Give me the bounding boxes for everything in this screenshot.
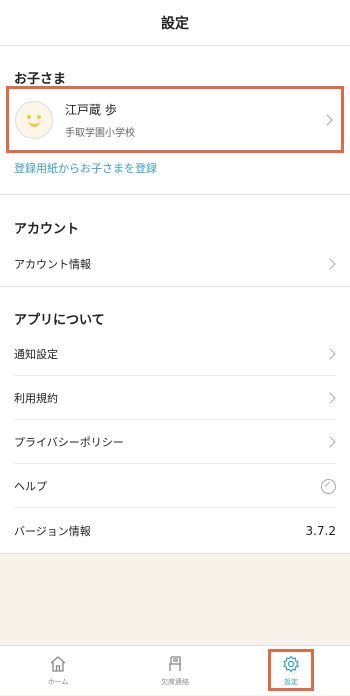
chevron-right-icon bbox=[324, 348, 336, 360]
account-section-title: アカウント bbox=[14, 222, 80, 237]
privacy-policy-label: プライバシーポリシー bbox=[14, 436, 124, 449]
settings-screen: 設定 お子さま 江戸蔵 歩 手取学園小学校 登録用紙からお子さまを登録 アカウン… bbox=[0, 0, 350, 695]
avatar bbox=[15, 100, 53, 139]
tab-home-label: ホーム bbox=[47, 678, 69, 686]
notification-settings-label: 通知設定 bbox=[14, 348, 58, 361]
row-divider bbox=[14, 507, 336, 508]
content-bottom-divider bbox=[0, 553, 350, 554]
child-school: 手取学園小学校 bbox=[65, 127, 135, 139]
chevron-right-icon bbox=[324, 258, 336, 270]
tab-absence-label: 欠席連絡 bbox=[161, 678, 189, 686]
account-info-row[interactable]: アカウント情報 bbox=[0, 242, 350, 286]
child-item-highlight: 江戸蔵 歩 手取学園小学校 bbox=[6, 86, 344, 153]
section-divider bbox=[0, 286, 350, 287]
tab-absence[interactable]: 欠席連絡 bbox=[145, 646, 205, 696]
compass-icon bbox=[321, 478, 336, 494]
help-label: ヘルプ bbox=[14, 480, 47, 493]
help-row[interactable]: ヘルプ bbox=[0, 464, 350, 508]
child-name: 江戸蔵 歩 bbox=[65, 102, 117, 117]
version-info-label: バージョン情報 bbox=[14, 525, 91, 538]
chevron-right-icon bbox=[321, 113, 333, 126]
privacy-policy-row[interactable]: プライバシーポリシー bbox=[0, 420, 350, 464]
chevron-right-icon bbox=[324, 436, 336, 448]
page-title: 設定 bbox=[161, 15, 189, 32]
avatar-eye-icon bbox=[27, 114, 31, 119]
section-divider bbox=[0, 194, 350, 195]
child-item[interactable]: 江戸蔵 歩 手取学園小学校 bbox=[9, 89, 341, 150]
tab-settings-highlight bbox=[268, 649, 314, 691]
account-info-label: アカウント情報 bbox=[14, 258, 91, 271]
version-info-row: バージョン情報 3.7.2 bbox=[0, 509, 350, 553]
avatar-eye-icon bbox=[37, 114, 41, 119]
chair-icon bbox=[169, 656, 181, 671]
children-section-title: お子さま bbox=[14, 72, 67, 87]
header: 設定 bbox=[0, 0, 350, 46]
app-section-title: アプリについて bbox=[14, 313, 105, 328]
version-value: 3.7.2 bbox=[305, 524, 336, 538]
child-info: 江戸蔵 歩 手取学園小学校 bbox=[65, 101, 323, 139]
notification-settings-row[interactable]: 通知設定 bbox=[0, 332, 350, 376]
terms-row[interactable]: 利用規約 bbox=[0, 376, 350, 420]
register-child-link[interactable]: 登録用紙からお子さまを登録 bbox=[14, 160, 157, 176]
settings-content: お子さま 江戸蔵 歩 手取学園小学校 登録用紙からお子さまを登録 アカウント ア… bbox=[0, 46, 350, 553]
tab-home[interactable]: ホーム bbox=[28, 646, 88, 696]
chevron-right-icon bbox=[324, 392, 336, 404]
home-icon bbox=[50, 656, 66, 672]
avatar-mouth-icon bbox=[29, 121, 40, 127]
terms-label: 利用規約 bbox=[14, 392, 58, 405]
